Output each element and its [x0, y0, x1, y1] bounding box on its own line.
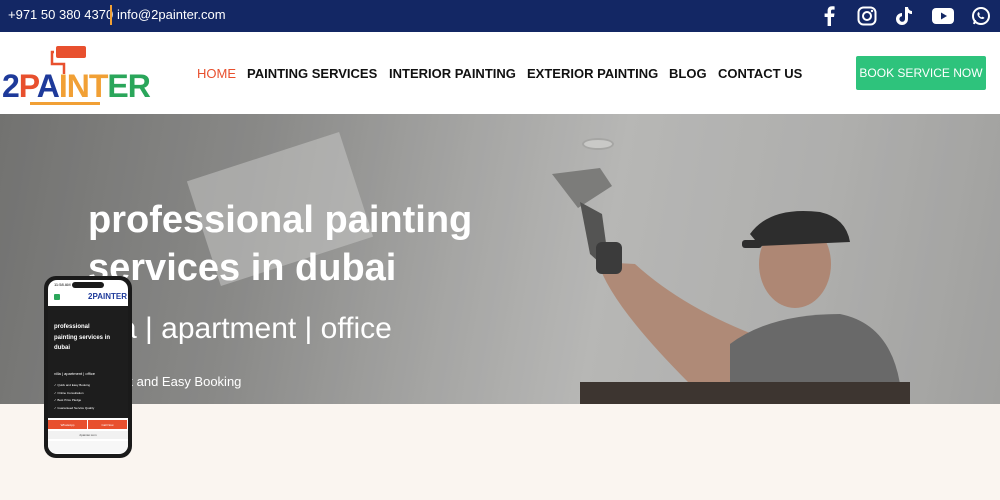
phone-title: professional painting services in dubai	[54, 324, 111, 351]
phone-subtitle: villa | apartment | office	[54, 371, 95, 376]
content-area	[0, 404, 1000, 500]
nav-item-exterior-painting[interactable]: EXTERIOR PAINTING	[527, 66, 658, 81]
hero-title: professional painting services in dubai	[88, 196, 528, 292]
hero-subtitle: a | apartment | office	[120, 312, 392, 345]
nav-item-home[interactable]: HOME	[197, 66, 236, 81]
nav-item-painting-services[interactable]: PAINTING SERVICES	[247, 66, 377, 81]
divider	[110, 5, 112, 25]
hero-title-line2: services in dubai	[88, 247, 397, 289]
phone-menu-icon	[54, 294, 60, 300]
site-logo[interactable]: 2PAINTER	[2, 44, 151, 105]
tiktok-icon[interactable]	[894, 5, 916, 27]
phone-buttons: WhatsApp Call Now	[48, 420, 128, 429]
phone-notch	[72, 282, 104, 288]
phone-time: 11:58 AM	[54, 282, 71, 287]
facebook-icon[interactable]	[818, 5, 840, 27]
hero-wood-strip	[580, 382, 910, 404]
instagram-icon[interactable]	[856, 5, 878, 27]
nav-item-interior-painting[interactable]: INTERIOR PAINTING	[389, 66, 516, 81]
contact-phone[interactable]: +971 50 380 4370	[8, 7, 113, 22]
contact-email[interactable]: info@2painter.com	[117, 7, 226, 22]
phone-logo: 2PAINTER	[88, 292, 127, 301]
nav-item-blog[interactable]: BLOG	[669, 66, 707, 81]
hero-title-line1: professional painting	[88, 199, 473, 241]
phone-feature-list: ✓ Quick and Easy Booking ✓ Online Consul…	[54, 382, 94, 412]
phone-feature: ✓ Quick and Easy Booking	[54, 383, 91, 387]
phone-whatsapp-button: WhatsApp	[48, 420, 88, 429]
phone-call-button: Call Now	[88, 420, 128, 429]
top-bar: +971 50 380 4370 info@2painter.com	[0, 0, 1000, 32]
phone-feature: ✓ Guaranteed Service Quality	[54, 405, 95, 410]
phone-url-bar: 2painter.com	[48, 431, 128, 439]
phone-feature: ✓ Best Price Pledge	[54, 398, 82, 402]
nav-item-contact-us[interactable]: CONTACT US	[718, 66, 802, 81]
main-header: 2PAINTER HOME PAINTING SERVICES INTERIOR…	[0, 32, 1000, 114]
phone-feature: ✓ Online Consultation	[54, 390, 84, 395]
phone-browser-bar	[48, 441, 128, 453]
phone-screen: 11:58 AM 2PAINTER professional painting …	[48, 280, 128, 454]
hero-section: professional painting services in dubai …	[0, 114, 1000, 404]
social-links	[818, 5, 992, 27]
phone-mockup: 11:58 AM 2PAINTER professional painting …	[44, 276, 132, 458]
book-service-button[interactable]: BOOK SERVICE NOW	[856, 56, 986, 90]
logo-underline	[30, 102, 100, 105]
logo-wordmark: 2PAINTER	[2, 68, 151, 104]
whatsapp-icon[interactable]	[970, 5, 992, 27]
youtube-icon[interactable]	[932, 5, 954, 27]
hero-feature: ck and Easy Booking	[120, 374, 242, 389]
